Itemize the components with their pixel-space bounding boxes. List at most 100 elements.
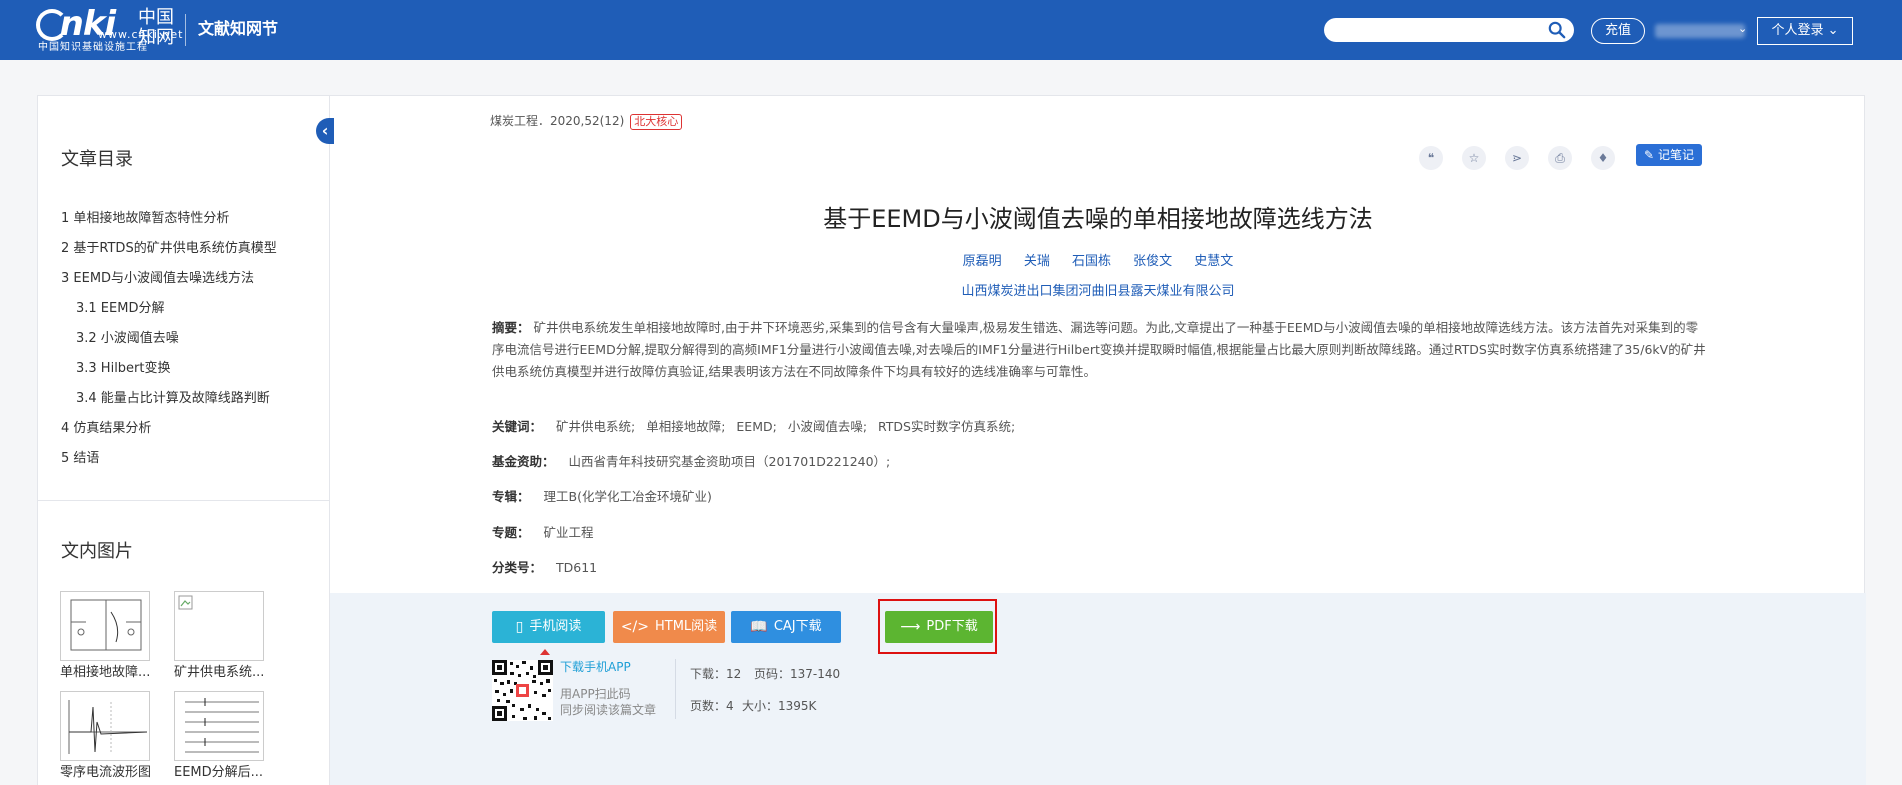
fund-label: 基金资助： (492, 454, 555, 469)
user-name-blurred[interactable] (1655, 24, 1745, 38)
toc-item[interactable]: 4 仿真结果分析 (61, 414, 277, 444)
series-value: 理工B(化学化工冶金环境矿业) (543, 489, 712, 504)
figure-thumbnail[interactable]: EEMD分解后... (174, 691, 268, 781)
abstract: 摘要： 矿井供电系统发生单相接地故障时,由于井下环境恶劣,采集到的信号含有大量噪… (492, 317, 1707, 383)
stat-label: 下载： (690, 667, 727, 681)
chevron-down-icon: ⌄ (1827, 23, 1839, 38)
toc-heading: 文章目录 (61, 149, 133, 170)
toc-subitem[interactable]: 3.2 小波阈值去噪 (61, 324, 277, 354)
toc-item[interactable]: 5 结语 (61, 444, 277, 474)
button-label: CAJ下载 (773, 619, 822, 634)
mobile-read-button[interactable]: ▯ 手机阅读 (492, 611, 605, 643)
waveform-image[interactable] (60, 691, 150, 761)
toc-subitem[interactable]: 3.3 Hilbert变换 (61, 354, 277, 384)
figure-caption: 零序电流波形图 (60, 765, 152, 780)
html-read-button[interactable]: </> HTML阅读 (613, 611, 725, 643)
bell-icon[interactable]: ♦ (1591, 146, 1615, 170)
toc-item[interactable]: 1 单相接地故障暂态特性分析 (61, 204, 277, 234)
classification-row: 分类号： TD611 (492, 559, 597, 577)
keywords-row: 关键词： 矿井供电系统; 单相接地故障; EEMD; 小波阈值去噪; RTDS实… (492, 418, 1022, 436)
charge-button[interactable]: 充值 (1591, 18, 1645, 44)
stat-label: 大小： (742, 699, 779, 713)
core-journal-badge: 北大核心 (630, 114, 683, 130)
keyword-link[interactable]: 小波阈值去噪; (788, 419, 867, 434)
personal-login-button[interactable]: 个人登录 ⌄ (1757, 17, 1853, 45)
author-link[interactable]: 石国栋 (1072, 254, 1111, 269)
app-qr-code (492, 660, 553, 721)
sidebar-divider (38, 500, 330, 501)
logo-subtitle: 中国知识基础设施工程 (38, 42, 148, 53)
download-app-link[interactable]: 下载手机APP (560, 659, 631, 675)
author-link[interactable]: 关瑞 (1024, 254, 1050, 269)
page-range: 页码：137-140 (754, 666, 840, 682)
button-label: 手机阅读 (529, 619, 582, 634)
stat-value: 1395K (778, 699, 817, 713)
toc-item[interactable]: 3 EEMD与小波阈值去噪选线方法 (61, 264, 277, 294)
take-note-button[interactable]: ✎ 记笔记 (1636, 144, 1702, 166)
stat-value: 12 (726, 667, 742, 681)
book-icon: 📖 (750, 619, 768, 635)
pdf-download-highlight (878, 599, 997, 654)
keyword-link[interactable]: 单相接地故障; (646, 419, 725, 434)
print-icon[interactable]: ⎙ (1548, 146, 1572, 170)
toc-list: 1 单相接地故障暂态特性分析 2 基于RTDS的矿井供电系统仿真模型 3 EEM… (61, 204, 277, 474)
caret-up-icon (540, 649, 550, 655)
figure-caption: 矿井供电系统... (174, 665, 265, 680)
figures-heading: 文内图片 (61, 541, 133, 562)
author-link[interactable]: 史慧文 (1194, 254, 1233, 269)
author-link[interactable]: 原磊明 (963, 254, 1002, 269)
topic-value: 矿业工程 (543, 525, 594, 540)
toc-subitem[interactable]: 3.4 能量占比计算及故障线路判断 (61, 384, 277, 414)
search-icon[interactable] (1548, 21, 1566, 39)
figure-caption: 单相接地故障... (60, 665, 151, 680)
article-title: 基于EEMD与小波阈值去噪的单相接地故障选线方法 (823, 205, 1373, 233)
site-name[interactable]: 文献知网节 (198, 18, 278, 40)
fund-link[interactable]: 山西省青年科技研究基金资助项目（201701D221240）; (569, 454, 891, 469)
star-icon[interactable]: ☆ (1462, 146, 1486, 170)
abstract-label: 摘要： (492, 320, 530, 335)
logo-url: www.cnki.net (98, 28, 184, 41)
keyword-link[interactable]: EEMD; (736, 419, 776, 434)
note-label: 记笔记 (1657, 148, 1694, 162)
eemd-decomposition-image[interactable] (174, 691, 264, 761)
classification-label: 分类号： (492, 560, 543, 575)
edit-icon: ✎ (1644, 148, 1655, 162)
app-hint-line: 同步阅读该篇文章 (560, 703, 657, 717)
toc-item[interactable]: 2 基于RTDS的矿井供电系统仿真模型 (61, 234, 277, 264)
circuit-diagram-image[interactable] (60, 591, 150, 661)
left-sidebar: ‹ 文章目录 1 单相接地故障暂态特性分析 2 基于RTDS的矿井供电系统仿真模… (38, 96, 334, 785)
login-label: 个人登录 (1771, 23, 1824, 38)
toc-subitem[interactable]: 3.1 EEMD分解 (61, 294, 277, 324)
caj-download-button[interactable]: 📖 CAJ下载 (731, 611, 841, 643)
figure-caption: EEMD分解后... (174, 765, 264, 780)
file-size: 大小：1395K (742, 698, 816, 714)
chevron-left-icon: ‹ (321, 121, 329, 140)
stat-label: 页码： (754, 667, 791, 681)
header-divider (185, 14, 186, 46)
top-bar: nki 中国知网 www.cnki.net 中国知识基础设施工程 文献知网节 充… (0, 0, 1902, 60)
keyword-link[interactable]: 矿井供电系统; (556, 419, 635, 434)
cnki-logo[interactable]: nki 中国知网 www.cnki.net 中国知识基础设施工程 (36, 4, 182, 53)
figure-thumbnail[interactable]: 零序电流波形图 (60, 691, 154, 781)
broken-image-placeholder[interactable] (174, 591, 264, 661)
journal-source: 煤炭工程．2020,52(12) 北大核心 (490, 113, 683, 130)
download-count: 下载：12 (690, 666, 741, 682)
classification-value: TD611 (556, 560, 598, 575)
affiliation-link[interactable]: 山西煤炭进出口集团河曲旧县露天煤业有限公司 (330, 283, 1866, 301)
figure-thumbnail[interactable]: 矿井供电系统... (174, 591, 268, 681)
article-content: 煤炭工程．2020,52(12) 北大核心 ❝ ☆ ⋗ ⎙ ♦ ✎ 记笔记 基于E… (330, 96, 1866, 785)
button-label: HTML阅读 (655, 619, 718, 634)
app-hint-line: 用APP扫此码 (560, 687, 631, 701)
author-list: 原磊明 关瑞 石国栋 张俊文 史慧文 (330, 253, 1866, 271)
author-link[interactable]: 张俊文 (1133, 254, 1172, 269)
chevron-down-icon[interactable]: ⌄ (1738, 22, 1747, 35)
search-box[interactable] (1324, 18, 1574, 42)
quote-icon[interactable]: ❝ (1419, 146, 1443, 170)
fund-row: 基金资助： 山西省青年科技研究基金资助项目（201701D221240）; (492, 453, 890, 471)
stat-label: 页数： (690, 699, 727, 713)
journal-link[interactable]: 煤炭工程．2020,52(12) (490, 114, 624, 128)
figure-thumbnail[interactable]: 单相接地故障... (60, 591, 154, 681)
share-icon[interactable]: ⋗ (1505, 146, 1529, 170)
series-label: 专辑： (492, 489, 530, 504)
keyword-link[interactable]: RTDS实时数字仿真系统; (878, 419, 1015, 434)
